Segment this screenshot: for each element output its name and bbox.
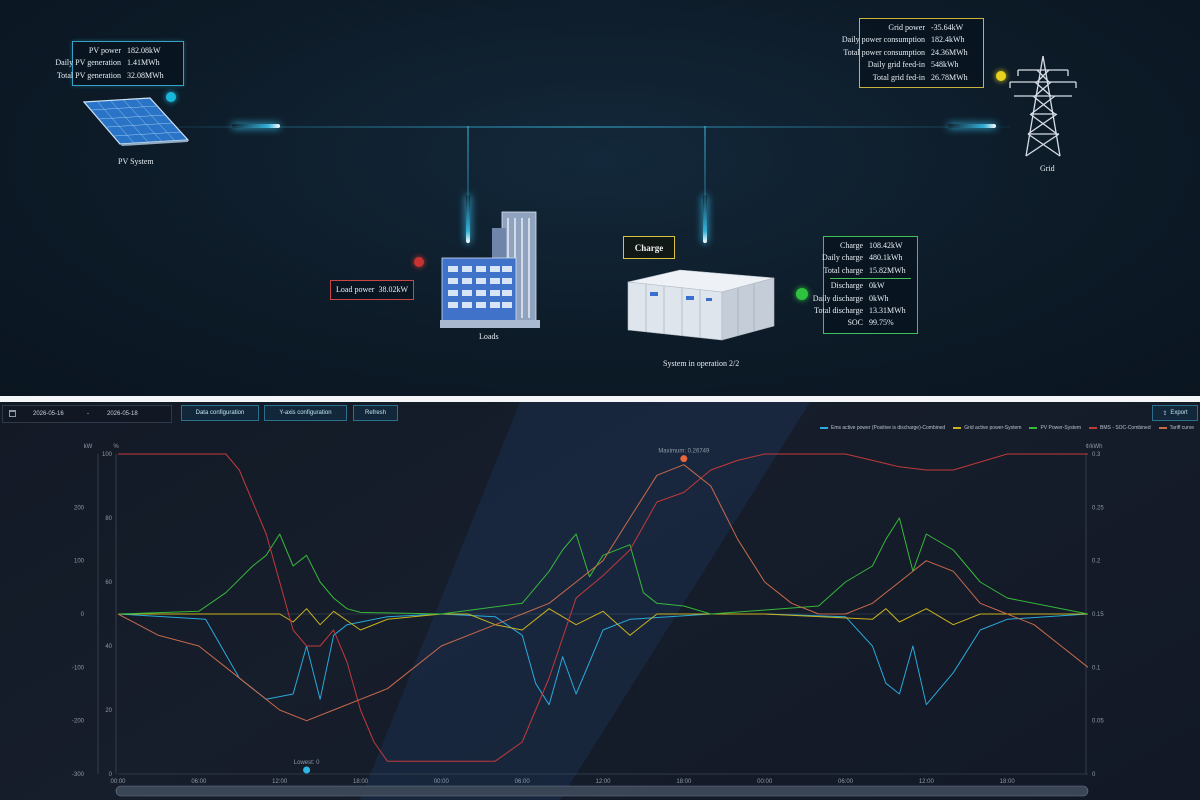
series-line: [118, 453, 1088, 762]
ess-stat-row: Daily discharge 0kWh: [812, 293, 889, 303]
y-tick-price: 0.1: [1092, 665, 1101, 671]
y-axis-unit-pct: %: [113, 444, 119, 450]
load-power-label: Load power: [336, 285, 375, 294]
x-tick: 00:00: [110, 779, 126, 785]
x-tick: 06:00: [515, 779, 531, 785]
pv-caption: PV System: [118, 157, 154, 166]
load-status-dot: [414, 257, 424, 267]
y-tick-kw: 100: [74, 559, 85, 565]
ess-stat-row: Daily charge 480.1kWh: [822, 253, 903, 263]
grid-stat-row: Daily grid feed-in 548kWh: [867, 60, 959, 70]
x-tick: 18:00: [1000, 779, 1016, 785]
y-tick-price: 0.25: [1092, 505, 1104, 511]
ess-info-box: Charge 108.42kW Daily charge 480.1kWh Tota…: [812, 236, 918, 334]
y-tick-pct: 40: [105, 644, 112, 650]
y-tick-pct: 20: [105, 708, 112, 714]
y-tick-kw: -100: [72, 665, 85, 671]
y-tick-pct: 100: [102, 452, 113, 458]
pv-stat-row: Total PV generation 32.08MWh: [56, 70, 164, 80]
series-line: [117, 517, 1089, 615]
x-tick: 12:00: [595, 779, 611, 785]
ess-stat-row: Total charge 15.82MWh: [824, 265, 911, 280]
y-tick-kw: 0: [81, 612, 85, 618]
y-tick-price: 0: [1092, 772, 1096, 778]
grid-stat-row: Total grid fed-in 26.78MWh: [872, 72, 968, 82]
y-tick-kw: 200: [74, 505, 85, 511]
x-tick: 06:00: [838, 779, 854, 785]
pv-stat-row: PV power 182.08kW: [88, 46, 161, 55]
y-tick-pct: 80: [105, 516, 112, 522]
ess-caption: System in operation 2/2: [663, 359, 740, 368]
series-line: [117, 613, 1089, 706]
energy-flow-panel: PV power 182.08kW Daily PV generation 1.41…: [0, 0, 1200, 396]
trend-panel: 2026-05-16 - 2026-05-18 Data configurati…: [0, 402, 1200, 800]
pv-flow-beam: [232, 124, 280, 128]
ess-stat-row: Charge 108.42kW: [840, 241, 903, 250]
solar-panel-icon[interactable]: [82, 96, 192, 146]
ess-status-dot: [796, 288, 808, 300]
min-marker-label: Lowest: 0: [294, 760, 320, 766]
max-marker: [680, 455, 688, 463]
max-marker-label: Maximum: 0.26749: [658, 449, 710, 455]
load-caption: Loads: [479, 332, 499, 341]
load-power-value: 38.02kW: [378, 285, 408, 294]
y-tick-price: 0.15: [1092, 612, 1104, 618]
series-line: [117, 464, 1089, 722]
y-tick-price: 0.05: [1092, 719, 1104, 725]
x-tick: 12:00: [919, 779, 935, 785]
ess-stat-row: Discharge 0kW: [830, 281, 885, 291]
y-tick-pct: 0: [109, 772, 113, 778]
x-tick: 12:00: [272, 779, 288, 785]
grid-stat-row: Total power consumption 24.36MWh: [843, 47, 968, 57]
charge-status-badge: Charge: [623, 236, 675, 259]
grid-stat-row: Grid power -35.64kW: [888, 23, 964, 32]
grid-caption: Grid: [1040, 164, 1055, 173]
y-tick-kw: -300: [72, 772, 85, 778]
ess-stat-row: SOC 99.75%: [847, 318, 894, 328]
y-tick-price: 0.3: [1092, 452, 1101, 458]
load-info-box: Load power 38.02kW: [330, 280, 414, 301]
pv-stat-row: Daily PV generation 1.41MWh: [55, 58, 160, 68]
y-tick-price: 0.2: [1092, 559, 1101, 565]
ess-flow-beam: [703, 195, 707, 243]
y-tick-pct: 60: [105, 580, 112, 586]
x-tick: 18:00: [676, 779, 692, 785]
x-tick: 18:00: [353, 779, 369, 785]
x-tick: 06:00: [191, 779, 207, 785]
y-tick-kw: -200: [72, 719, 85, 725]
zoom-scrollbar: [115, 785, 1089, 797]
power-pylon-icon[interactable]: [1004, 54, 1082, 158]
min-marker: [303, 766, 311, 774]
building-icon[interactable]: [440, 208, 544, 330]
ess-stat-row: Total discharge 13.31MWh: [814, 306, 906, 316]
pv-info-box: PV power 182.08kW Daily PV generation 1.41…: [55, 41, 184, 87]
grid-stat-row: Daily power consumption 182.4kWh: [841, 35, 965, 45]
battery-cabinet-icon[interactable]: [626, 268, 776, 344]
grid-info-box: Grid power -35.64kW Daily power consumpti…: [841, 18, 984, 89]
x-tick: 00:00: [434, 779, 450, 785]
y-axis-unit-price: ¢/kWh: [1085, 444, 1102, 450]
pv-status-dot: [166, 92, 176, 102]
trend-chart[interactable]: kW% ¢/kWh2001000-100-200-3001008060402000…: [0, 402, 1200, 800]
x-tick: 00:00: [757, 779, 773, 785]
grid-flow-beam: [948, 124, 996, 128]
y-axis-unit-kw: kW: [84, 444, 93, 450]
series-line: [118, 608, 1088, 636]
